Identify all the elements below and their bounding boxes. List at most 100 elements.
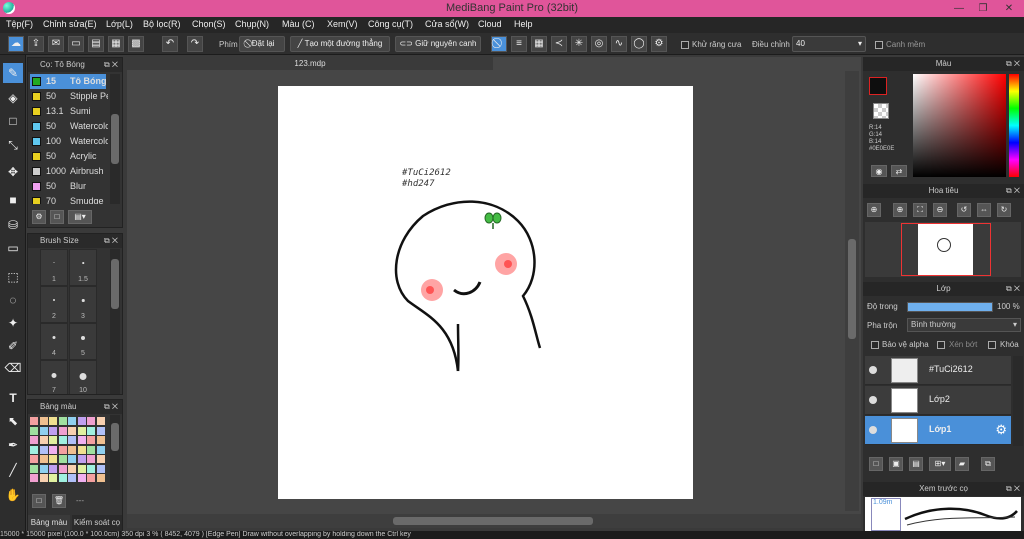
parallel-snap-icon[interactable]: ≡ xyxy=(511,36,527,52)
text-tool-icon[interactable]: T xyxy=(3,388,23,408)
brush-size-scrollbar[interactable] xyxy=(110,249,120,394)
palette-swatch[interactable] xyxy=(96,445,105,454)
palette-swatch[interactable] xyxy=(68,445,76,454)
palette-swatch[interactable] xyxy=(96,464,105,473)
new-brush-icon[interactable]: □ xyxy=(50,210,64,224)
circle-snap-icon[interactable]: ◎ xyxy=(591,36,607,52)
brush-item[interactable]: 100 Watercolo xyxy=(30,134,108,149)
palette-swatch[interactable] xyxy=(58,436,67,444)
new-halftone-layer-icon[interactable]: ▣ xyxy=(889,457,903,471)
brush-menu-icon[interactable]: ▤▾ xyxy=(68,210,92,224)
color-switch-icon[interactable]: ⇄ xyxy=(891,165,907,177)
palette-swatch[interactable] xyxy=(96,474,105,482)
select-rect-tool-icon[interactable]: ⬚ xyxy=(3,267,23,287)
horizontal-scroll-thumb[interactable] xyxy=(393,517,593,525)
visibility-icon[interactable] xyxy=(869,396,877,404)
duplicate-layer-icon[interactable]: ⧉ xyxy=(981,457,995,471)
palette-swatch[interactable] xyxy=(87,445,95,454)
folder-icon[interactable]: ▰ xyxy=(955,457,969,471)
palette-swatch[interactable] xyxy=(77,426,86,435)
palette-swatch[interactable] xyxy=(49,445,57,454)
fit-screen-icon[interactable]: ⛶ xyxy=(913,203,927,217)
move-tool-icon[interactable]: ✥ xyxy=(3,162,23,182)
palette-scrollbar[interactable] xyxy=(110,415,120,490)
palette-swatch[interactable] xyxy=(87,474,95,482)
brush-size-cell[interactable]: 10 xyxy=(69,360,97,394)
zoom-in-icon[interactable]: ⊕ xyxy=(867,203,881,217)
secondary-color-swatch[interactable] xyxy=(873,103,889,119)
share-icon[interactable]: ⇪ xyxy=(28,36,44,52)
palette-swatch[interactable] xyxy=(87,464,95,473)
menu-color[interactable]: Màu (C) xyxy=(282,19,315,29)
palette-swatch[interactable] xyxy=(77,455,86,463)
menu-file[interactable]: Tệp(F) xyxy=(6,19,33,29)
keep-edge-button[interactable]: ⊂⊃ Giữ nguyên canh xyxy=(395,36,481,52)
select-eraser-tool-icon[interactable]: ⌫ xyxy=(3,358,23,378)
brush-size-cell[interactable]: 4 xyxy=(40,323,68,360)
add-brush-icon[interactable]: ⚙ xyxy=(32,210,46,224)
vertical-scrollbar[interactable] xyxy=(845,71,859,511)
brush-tool-icon[interactable]: ✎ xyxy=(3,63,23,83)
menu-cloud[interactable]: Cloud xyxy=(478,19,502,29)
palette-swatch[interactable] xyxy=(39,417,48,425)
visibility-icon[interactable] xyxy=(869,366,877,374)
palette-swatch[interactable] xyxy=(30,445,38,454)
brush-item[interactable]: 50 Blur xyxy=(30,179,106,194)
brush-size-cell[interactable]: 3 xyxy=(69,286,97,323)
panel-controls-icon[interactable]: ⧉ ✕ xyxy=(104,58,118,72)
palette-swatch[interactable] xyxy=(96,417,105,425)
operation-tool-icon[interactable]: ⬉ xyxy=(3,411,23,431)
document-tab[interactable]: 123.mdp xyxy=(127,57,493,70)
menu-view[interactable]: Xem(V) xyxy=(327,19,358,29)
menu-select[interactable]: Chọn(S) xyxy=(192,19,226,29)
reset-button[interactable]: ⃠ Đặt lại xyxy=(239,36,285,52)
palette-swatch[interactable] xyxy=(58,464,67,473)
vertical-scroll-thumb[interactable] xyxy=(848,239,856,339)
zoom-out-icon[interactable]: ⊖ xyxy=(933,203,947,217)
curve-icon[interactable]: ∿ xyxy=(611,36,627,52)
add-color-icon[interactable]: □ xyxy=(32,494,46,508)
palette-swatch[interactable] xyxy=(39,455,48,463)
palette-swatch[interactable] xyxy=(68,436,76,444)
magic-wand-tool-icon[interactable]: ✦ xyxy=(3,313,23,333)
menu-help[interactable]: Help xyxy=(514,19,533,29)
brush-item[interactable]: 50 Watercolo xyxy=(30,119,108,134)
palette-swatch[interactable] xyxy=(49,436,57,444)
horizontal-scrollbar[interactable] xyxy=(127,514,861,528)
brush-item[interactable]: 13.1 Sumi xyxy=(30,104,106,119)
flip-icon[interactable]: ⇔ xyxy=(977,203,991,217)
palette-swatch[interactable] xyxy=(49,455,57,463)
no-snap-icon[interactable]: ⃠ xyxy=(491,36,507,52)
eyedropper-tool-icon[interactable]: ✒ xyxy=(3,435,23,455)
palette-swatch[interactable] xyxy=(39,445,48,454)
hue-slider[interactable] xyxy=(1009,74,1019,177)
primary-color-swatch[interactable] xyxy=(869,77,887,95)
undo-icon[interactable]: ↶ xyxy=(162,36,178,52)
menu-window[interactable]: Cửa sổ(W) xyxy=(425,19,469,29)
delete-color-icon[interactable]: 🗑 xyxy=(52,494,66,508)
clip-checkbox[interactable] xyxy=(937,341,945,349)
new-1bit-layer-icon[interactable]: ▤ xyxy=(909,457,923,471)
color-sub-icon[interactable]: ◉ xyxy=(871,165,887,177)
palette-swatch[interactable] xyxy=(39,426,48,435)
palette-swatch[interactable] xyxy=(87,455,95,463)
visibility-icon[interactable] xyxy=(869,426,877,434)
comment-icon[interactable]: ✉ xyxy=(48,36,64,52)
cloud-icon[interactable]: ☁ xyxy=(8,36,24,52)
palette-swatch[interactable] xyxy=(49,474,57,482)
select-pen-tool-icon[interactable]: ✐ xyxy=(3,336,23,356)
panel-controls-icon[interactable]: ⧉ ✕ xyxy=(1006,184,1020,198)
brush-size-cell[interactable]: 1 xyxy=(40,249,68,286)
palette-swatch[interactable] xyxy=(58,426,67,435)
close-button[interactable]: ✕ xyxy=(996,0,1022,17)
palette-swatch[interactable] xyxy=(96,426,105,435)
brush-size-cell[interactable]: 7 xyxy=(40,360,68,394)
zoom-in-2-icon[interactable]: ⊕ xyxy=(893,203,907,217)
palette-swatch[interactable] xyxy=(58,445,67,454)
lock-checkbox[interactable] xyxy=(988,341,996,349)
palette-swatch[interactable] xyxy=(58,455,67,463)
palette-swatch[interactable] xyxy=(30,464,38,473)
document-icon[interactable]: ▤ xyxy=(88,36,104,52)
menu-filter[interactable]: Bộ lọc(R) xyxy=(143,19,181,29)
brush-scroll-thumb[interactable] xyxy=(111,114,119,164)
